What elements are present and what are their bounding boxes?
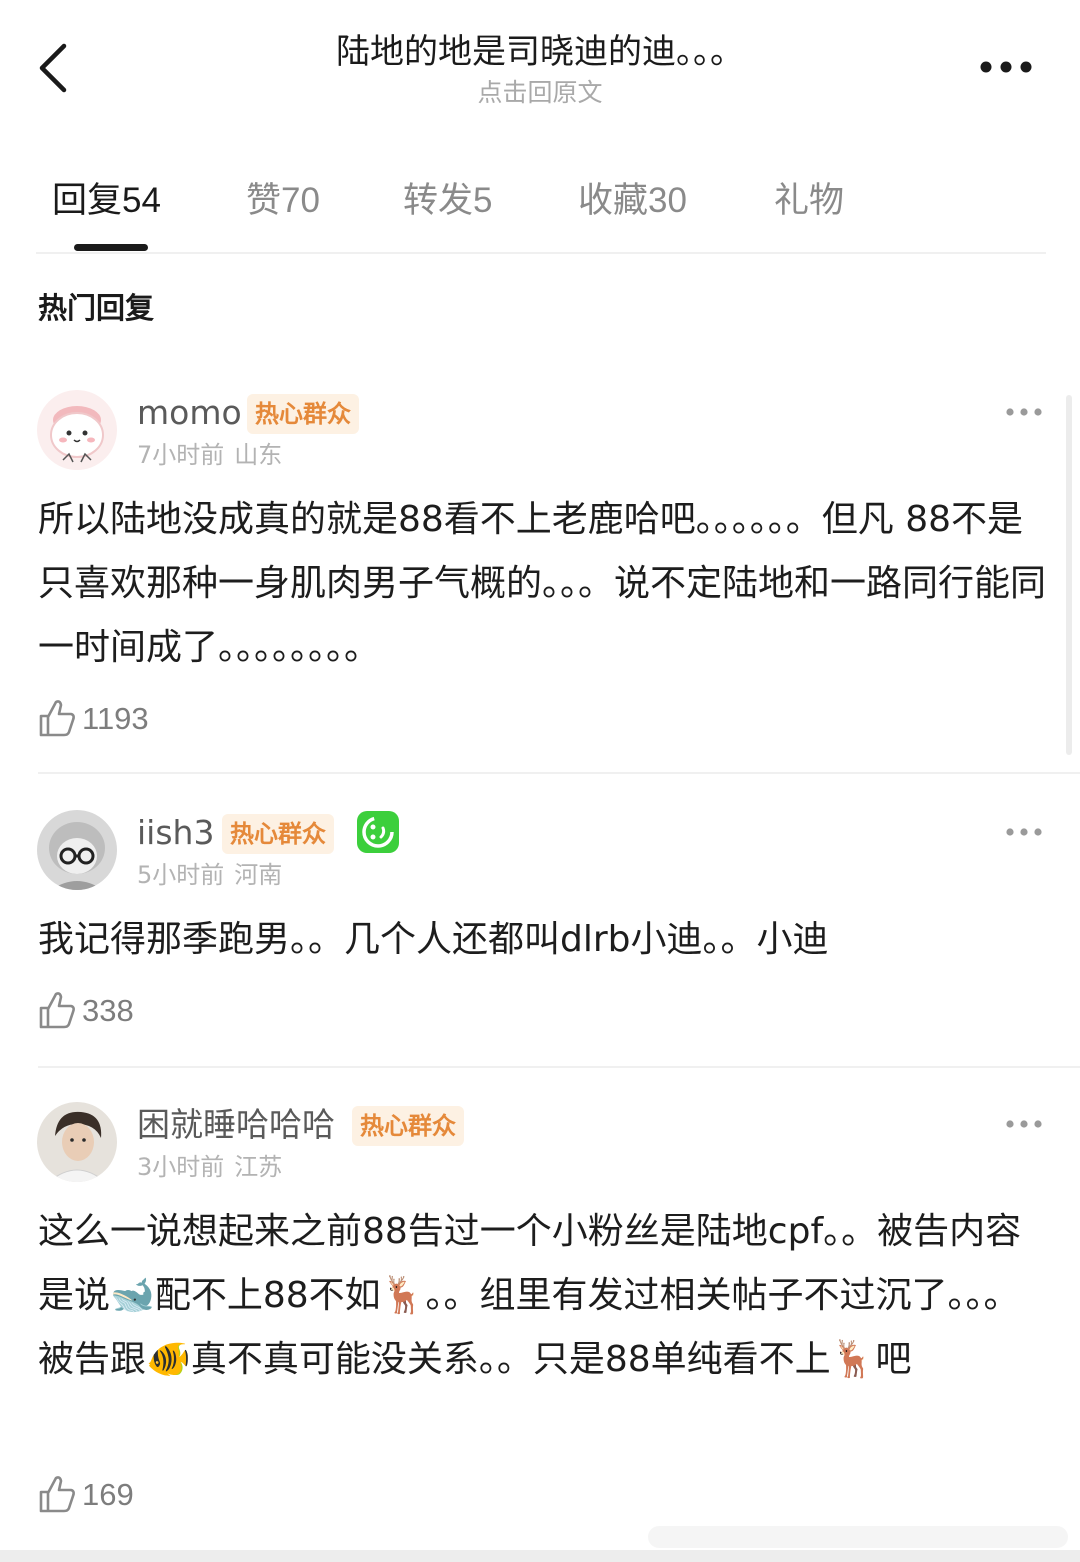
tab-count: 70 — [281, 181, 320, 220]
active-tab-indicator — [74, 244, 148, 251]
comment-text: 这么一说想起来之前88告过一个小粉丝是陆地cpf。。被告内容是说🐋配不上88不如… — [38, 1211, 1022, 1380]
tab-label: 转发 — [403, 181, 474, 221]
post-title-area[interactable]: 陆地的地是司晓迪的迪。。。 点击回原文 — [150, 30, 930, 110]
tab-reposts[interactable]: 转发5 — [403, 178, 492, 224]
avatar-image — [37, 810, 117, 890]
user-badge[interactable]: 热心群众 — [247, 394, 359, 434]
tab-favorites[interactable]: 收藏30 — [578, 178, 687, 224]
tab-count: 30 — [648, 181, 687, 220]
comment-more-button[interactable] — [1004, 1116, 1044, 1132]
like-count: 169 — [82, 1477, 134, 1512]
username[interactable]: 困就睡哈哈哈 — [137, 1104, 335, 1146]
watermark-image — [648, 1520, 1068, 1554]
like-button[interactable]: 1193 — [38, 698, 178, 740]
comment-meta: 5小时前 河南 — [137, 860, 292, 890]
comment-divider — [38, 772, 1080, 774]
tab-gifts[interactable]: 礼物 — [774, 178, 844, 224]
avatar[interactable] — [37, 810, 117, 890]
tab-label: 收藏 — [578, 181, 649, 221]
like-count: 338 — [82, 993, 134, 1028]
scrollbar[interactable] — [1066, 395, 1072, 755]
comment-location: 江苏 — [234, 1153, 283, 1181]
comment-meta: 3小时前 江苏 — [137, 1152, 292, 1182]
comment-text: 所以陆地没成真的就是88看不上老鹿哈吧。。。。。。但凡 88不是只喜欢那种一身肌… — [38, 499, 1047, 668]
more-horizontal-icon — [1006, 1120, 1042, 1128]
comment-time: 7小时前 — [137, 441, 225, 469]
comment-text: 我记得那季跑男。。几个人还都叫dlrb小迪。。小迪 — [38, 919, 829, 960]
tab-likes[interactable]: 赞70 — [246, 178, 320, 224]
back-to-original-link[interactable]: 点击回原文 — [150, 76, 930, 110]
comment-location: 河南 — [234, 861, 283, 889]
like-button[interactable]: 169 — [38, 1474, 158, 1516]
avatar[interactable] — [37, 390, 117, 470]
comment-location: 山东 — [234, 441, 283, 469]
more-horizontal-icon — [980, 61, 1032, 73]
avatar-image — [37, 1102, 117, 1182]
user-badge[interactable]: 热心群众 — [352, 1106, 464, 1146]
green-smile-badge-icon — [357, 811, 399, 853]
thumbs-up-icon — [39, 700, 75, 737]
comment-meta: 7小时前 山东 — [137, 440, 292, 470]
like-count: 1193 — [82, 701, 149, 736]
thumbs-up-icon — [39, 1476, 75, 1513]
username[interactable]: momo — [137, 392, 242, 434]
username[interactable]: iish3 — [137, 812, 214, 854]
comment-time: 5小时前 — [137, 861, 225, 889]
like-button[interactable]: 338 — [38, 990, 158, 1032]
tab-label: 回复 — [52, 181, 123, 221]
more-horizontal-icon — [1006, 828, 1042, 836]
post-title[interactable]: 陆地的地是司晓迪的迪。。。 — [150, 30, 930, 74]
tabs-divider — [36, 252, 1046, 254]
tab-replies[interactable]: 回复54 — [52, 178, 161, 224]
back-button[interactable] — [34, 40, 78, 96]
bottom-edge — [0, 1550, 1080, 1562]
comment-more-button[interactable] — [1004, 824, 1044, 840]
tab-count: 54 — [122, 181, 161, 220]
tab-label: 礼物 — [774, 181, 845, 221]
tab-count: 5 — [473, 181, 493, 220]
top-bar: 陆地的地是司晓迪的迪。。。 点击回原文 — [0, 0, 1080, 130]
section-title-hot-replies: 热门回复 — [38, 291, 155, 325]
comment-time: 3小时前 — [137, 1153, 225, 1181]
user-badge[interactable]: 热心群众 — [222, 814, 334, 854]
tab-label: 赞 — [246, 181, 282, 221]
comment-more-button[interactable] — [1004, 404, 1044, 420]
avatar-image — [37, 390, 117, 470]
thumbs-up-icon — [39, 992, 75, 1029]
avatar[interactable] — [37, 1102, 117, 1182]
more-options-button[interactable] — [978, 50, 1038, 84]
watermark-graphic — [648, 1526, 1068, 1548]
vip-badge[interactable] — [356, 810, 400, 854]
comment-divider — [38, 1066, 1080, 1068]
chevron-left-icon — [39, 43, 67, 93]
more-horizontal-icon — [1006, 408, 1042, 416]
tab-bar: 回复54 赞70 转发5 收藏30 礼物 — [0, 160, 1080, 254]
